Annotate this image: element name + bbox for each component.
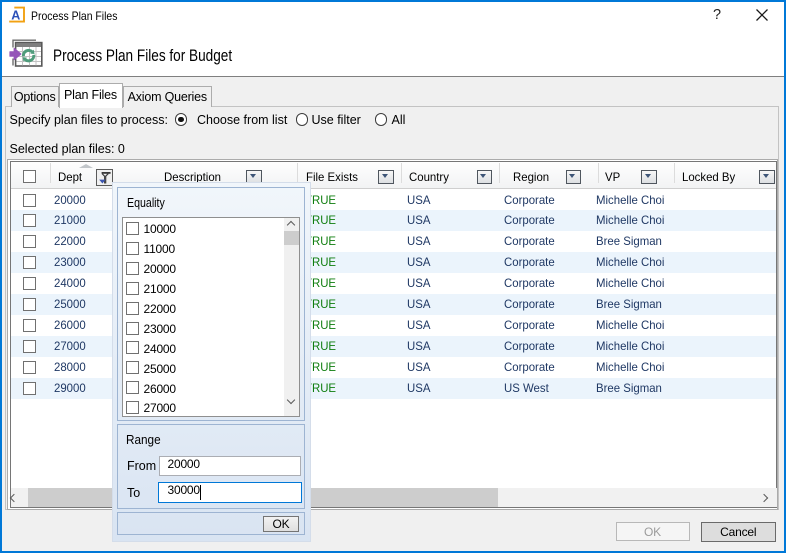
- svg-text:A: A: [11, 9, 20, 23]
